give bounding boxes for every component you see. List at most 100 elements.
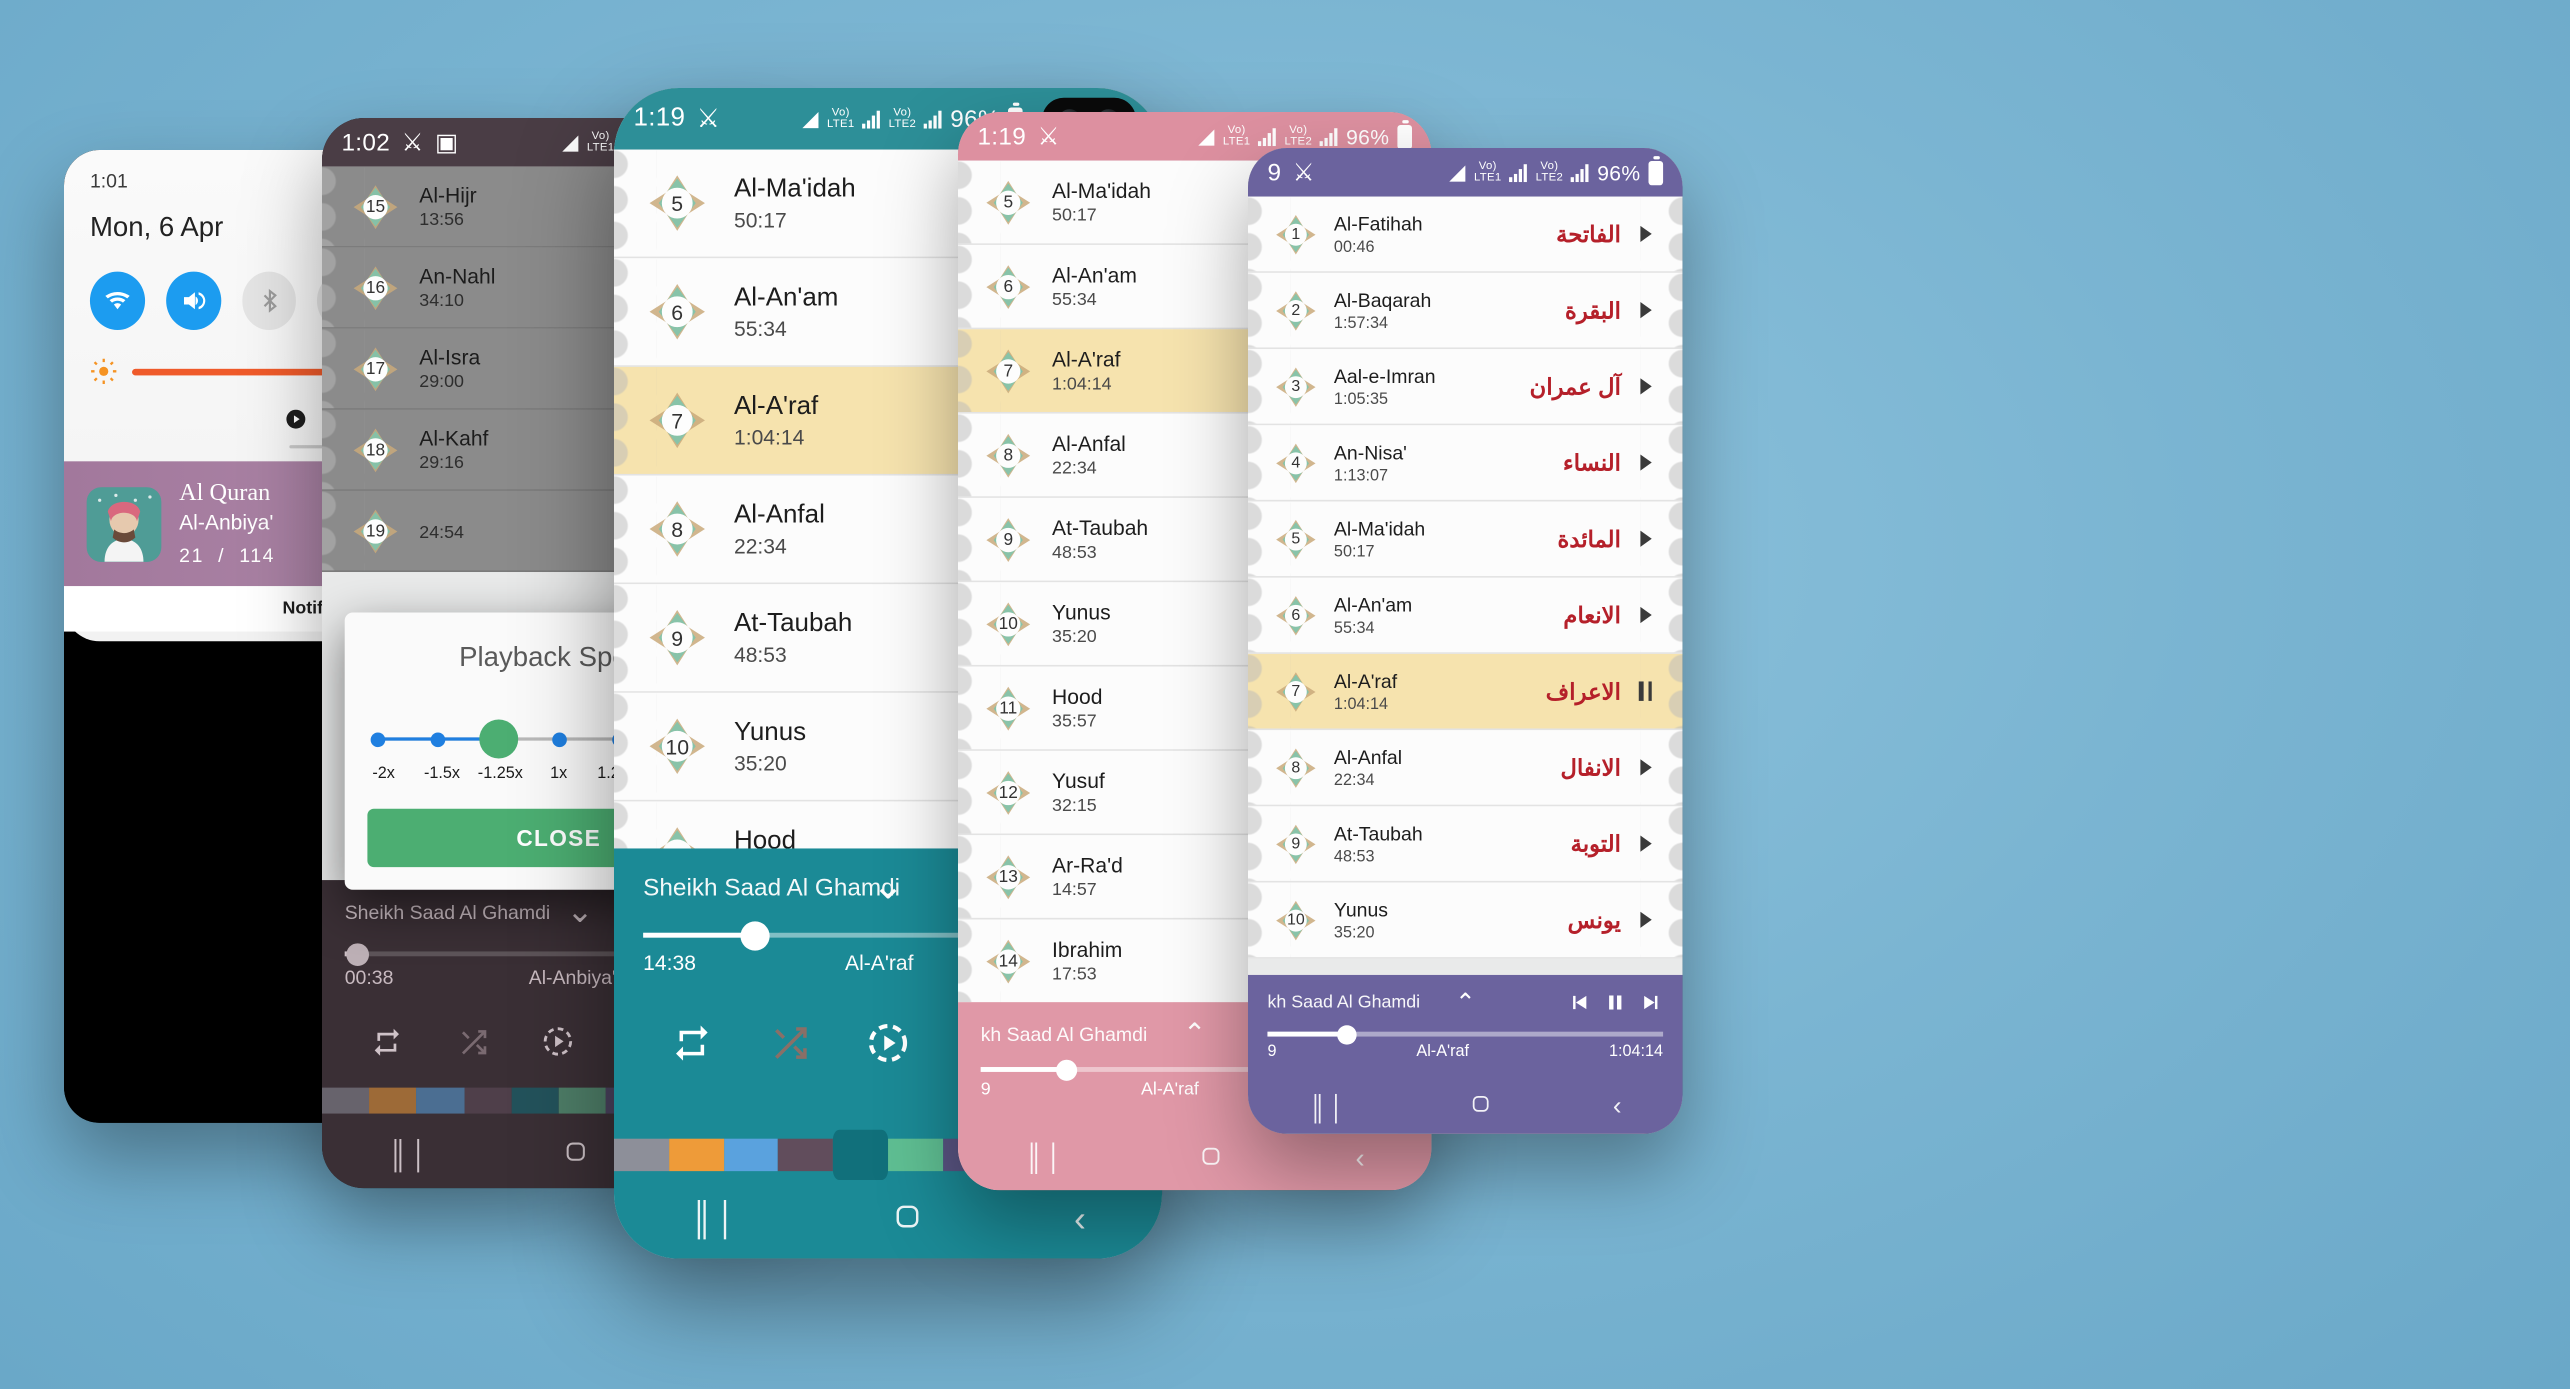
speed-thumb[interactable]: [478, 719, 518, 759]
play-icon[interactable]: [1639, 454, 1651, 471]
repeat-icon[interactable]: [371, 1025, 403, 1057]
home-icon[interactable]: [563, 1140, 587, 1172]
speed-tick[interactable]: [430, 731, 445, 747]
play-icon[interactable]: [1639, 225, 1651, 243]
mini-player-5[interactable]: kh Saad Al Ghamdi ⌃ 9 Al-A'raf 1:04:14 ║│ ‹: [1248, 974, 1683, 1134]
swatch[interactable]: [723, 1138, 779, 1172]
play-icon[interactable]: [1639, 606, 1651, 624]
surah-meta: Al-Anfal 22:34: [1318, 746, 1561, 790]
seek-knob[interactable]: [1055, 1058, 1077, 1081]
play-icon[interactable]: [1639, 835, 1651, 852]
play-icon[interactable]: [1639, 759, 1651, 776]
surah-number: 10: [1286, 910, 1305, 929]
toggle-sound[interactable]: [165, 271, 221, 330]
speed-icon[interactable]: [542, 1024, 576, 1058]
surah-name: At-Taubah: [1333, 821, 1423, 845]
list-item[interactable]: 4 An-Nisa' 1:13:07 النساء: [1248, 425, 1683, 502]
toggle-bluetooth[interactable]: [241, 271, 297, 330]
pause-icon[interactable]: [1638, 681, 1652, 701]
surah-number-badge: 5: [984, 178, 1033, 227]
surah-number: 8: [1291, 758, 1301, 777]
list-item[interactable]: 2 Al-Baqarah 1:57:34 البقرة: [1248, 272, 1683, 350]
chevron-up-icon[interactable]: ⌃: [1183, 1020, 1206, 1048]
surah-meta: Al-Fatihah 00:46: [1318, 212, 1556, 256]
surah-number-badge: 9: [1274, 822, 1318, 866]
drag-handle[interactable]: [289, 445, 326, 449]
skip-next-icon[interactable]: [1640, 991, 1663, 1014]
back-icon[interactable]: ‹: [1074, 1199, 1086, 1241]
swatch[interactable]: [614, 1138, 669, 1172]
row-play-button[interactable]: [1631, 378, 1660, 395]
seek-knob[interactable]: [741, 920, 771, 950]
list-item[interactable]: 6 Al-An'am 55:34 الانعام: [1248, 577, 1683, 654]
row-play-button[interactable]: [1631, 606, 1660, 624]
speed-option-label[interactable]: -1.5x: [413, 765, 471, 783]
pause-icon[interactable]: [1605, 991, 1626, 1014]
swatch[interactable]: [511, 1087, 559, 1114]
swatch[interactable]: [464, 1087, 512, 1114]
home-icon[interactable]: [1199, 1144, 1222, 1175]
list-item[interactable]: 3 Aal-e-Imran 1:05:35 آل عمران: [1248, 349, 1683, 426]
shuffle-icon[interactable]: [768, 1022, 810, 1064]
swatch[interactable]: [778, 1138, 834, 1172]
list-item[interactable]: 9 At-Taubah 48:53 التوبة: [1248, 806, 1683, 883]
status-time: 1:19: [633, 104, 686, 132]
repeat-icon[interactable]: [671, 1022, 713, 1064]
speed-icon[interactable]: [865, 1020, 910, 1065]
seek-bar[interactable]: [1267, 1024, 1664, 1044]
shuffle-icon[interactable]: [456, 1025, 488, 1057]
surah-meta: At-Taubah 48:53: [1318, 822, 1571, 866]
chevron-down-icon[interactable]: ⌄: [872, 867, 905, 907]
play-icon[interactable]: [1639, 911, 1651, 928]
row-play-button[interactable]: [1631, 835, 1660, 852]
surah-name-arabic: الانعام: [1563, 601, 1621, 628]
surah-list-5[interactable]: 1 Al-Fatihah 00:46 الفاتحة 2 Al-Baqarah 1:57:3…: [1248, 196, 1683, 975]
play-icon[interactable]: [1639, 378, 1651, 395]
surah-number-badge: 12: [984, 768, 1033, 817]
play-icon[interactable]: [1639, 302, 1651, 319]
surah-meta: Al-Ma'idah 50:17: [1318, 517, 1558, 561]
swatch[interactable]: [558, 1087, 607, 1114]
seek-knob[interactable]: [346, 942, 369, 966]
row-play-button[interactable]: [1631, 911, 1660, 928]
list-item[interactable]: 1 Al-Fatihah 00:46 الفاتحة: [1248, 196, 1683, 273]
speed-option-label[interactable]: -1.25x: [471, 765, 529, 783]
row-play-button[interactable]: [1631, 681, 1660, 701]
list-item[interactable]: 7 Al-A'raf 1:04:14 الاعراف: [1248, 653, 1683, 731]
back-icon[interactable]: ‹: [1356, 1143, 1365, 1175]
speed-tick[interactable]: [551, 731, 567, 747]
swatch[interactable]: [887, 1138, 943, 1172]
recents-icon[interactable]: ║│: [690, 1201, 740, 1238]
speed-option-label[interactable]: 1x: [530, 765, 588, 783]
speed-tick[interactable]: [369, 731, 385, 747]
list-item[interactable]: 8 Al-Anfal 22:34 الانفال: [1248, 730, 1683, 807]
seek-knob[interactable]: [1336, 1024, 1357, 1044]
swatch[interactable]: [833, 1129, 888, 1181]
swatch[interactable]: [369, 1087, 417, 1114]
list-item[interactable]: 10 Yunus 35:20 يونس: [1248, 882, 1683, 959]
home-icon[interactable]: [892, 1201, 921, 1238]
chevron-down-icon[interactable]: ⌄: [566, 896, 593, 928]
row-play-button[interactable]: [1631, 302, 1660, 319]
skip-previous-icon[interactable]: [1567, 991, 1590, 1014]
speed-option-label[interactable]: -2x: [354, 765, 412, 783]
now-playing-title: Al-Anbiya': [528, 966, 616, 989]
swatch[interactable]: [416, 1087, 465, 1114]
play-icon[interactable]: [1639, 530, 1651, 547]
home-icon[interactable]: [1470, 1093, 1491, 1122]
recents-icon[interactable]: ║│: [1025, 1145, 1066, 1174]
brightness-icon: [91, 358, 117, 384]
chevron-up-icon[interactable]: ⌃: [1455, 990, 1475, 1014]
recents-icon[interactable]: ║│: [1309, 1094, 1348, 1122]
surah-number: 9: [1291, 834, 1301, 853]
swatch[interactable]: [668, 1138, 724, 1172]
toggle-wifi[interactable]: [89, 271, 145, 330]
row-play-button[interactable]: [1631, 454, 1660, 471]
row-play-button[interactable]: [1631, 530, 1660, 547]
recents-icon[interactable]: ║│: [388, 1140, 431, 1172]
row-play-button[interactable]: [1631, 225, 1660, 243]
row-play-button[interactable]: [1631, 759, 1660, 776]
swatch[interactable]: [322, 1087, 370, 1114]
list-item[interactable]: 5 Al-Ma'idah 50:17 المائدة: [1248, 501, 1683, 578]
back-icon[interactable]: ‹: [1613, 1093, 1622, 1122]
